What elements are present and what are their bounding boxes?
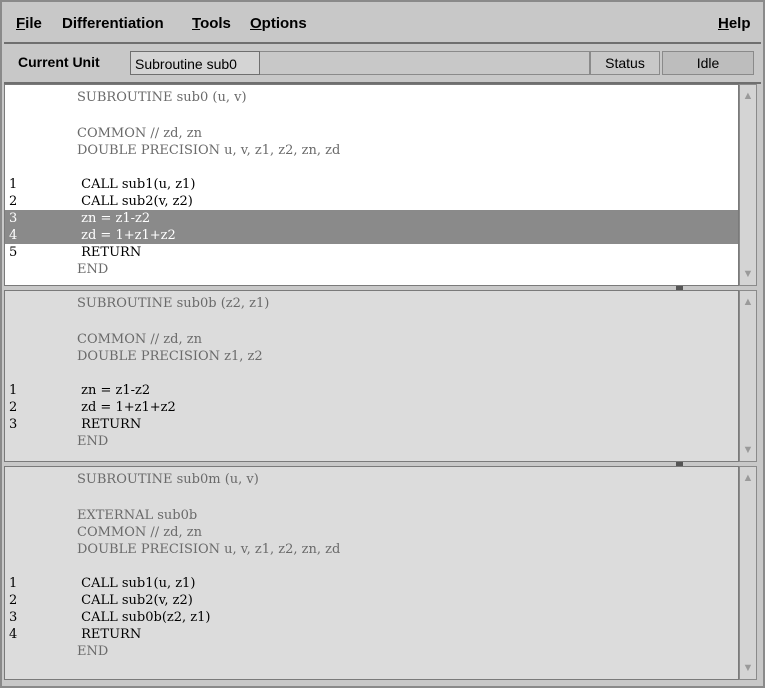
code-text: zd = 1+z1+z2	[77, 228, 176, 243]
code-text: CALL sub1(u, z1)	[77, 177, 196, 192]
code-line[interactable]: EXTERNAL sub0b	[5, 507, 738, 524]
scroll-up-arrow-icon[interactable]: ▲	[742, 469, 754, 487]
line-number: 2	[9, 194, 18, 209]
code-line[interactable]: END	[5, 433, 738, 450]
code-text: DOUBLE PRECISION z1, z2	[77, 349, 263, 364]
code-line[interactable]: 3 RETURN	[5, 416, 738, 433]
menu-options[interactable]: Options	[250, 15, 307, 32]
code-line[interactable]	[5, 159, 738, 176]
code-text: END	[77, 434, 109, 449]
code-line[interactable]: DOUBLE PRECISION u, v, z1, z2, zn, zd	[5, 541, 738, 558]
code-text: SUBROUTINE sub0b (z2, z1)	[77, 296, 270, 311]
code-line[interactable]: 3 CALL sub0b(z2, z1)	[5, 609, 738, 626]
code-text: zn = z1-z2	[77, 383, 151, 398]
scroll-down-arrow-icon[interactable]: ▼	[742, 659, 754, 677]
code-line[interactable]: DOUBLE PRECISION z1, z2	[5, 348, 738, 365]
code-line[interactable]: 1 CALL sub1(u, z1)	[5, 575, 738, 592]
line-number: 2	[9, 400, 18, 415]
code-line[interactable]: 1 zn = z1-z2	[5, 382, 738, 399]
menu-differentiation[interactable]: Differentiation	[62, 15, 164, 32]
code-line[interactable]: 5 RETURN	[5, 244, 738, 261]
code-pane-sub0b[interactable]: SUBROUTINE sub0b (z2, z1) COMMON // zd, z…	[4, 290, 739, 462]
scroll-up-arrow-icon[interactable]: ▲	[742, 293, 754, 311]
line-number: 1	[9, 383, 18, 398]
code-text: COMMON // zd, zn	[77, 126, 202, 141]
code-text: COMMON // zd, zn	[77, 332, 202, 347]
code-line[interactable]	[5, 108, 738, 125]
line-number: 1	[9, 177, 18, 192]
code-line[interactable]: DOUBLE PRECISION u, v, z1, z2, zn, zd	[5, 142, 738, 159]
scroll-up-arrow-icon[interactable]: ▲	[742, 87, 754, 105]
line-number: 3	[9, 211, 18, 226]
line-number: 4	[9, 627, 18, 642]
code-line[interactable]: 2 zd = 1+z1+z2	[5, 399, 738, 416]
scroll-down-arrow-icon[interactable]: ▼	[742, 441, 754, 459]
code-text: SUBROUTINE sub0 (u, v)	[77, 90, 247, 105]
line-number: 4	[9, 228, 18, 243]
code-text: zn = z1-z2	[77, 211, 151, 226]
code-text: CALL sub0b(z2, z1)	[77, 610, 211, 625]
code-line[interactable]: COMMON // zd, zn	[5, 331, 738, 348]
code-line[interactable]	[5, 558, 738, 575]
code-line[interactable]: 4 zd = 1+z1+z2	[5, 227, 738, 244]
code-line[interactable]: 2 CALL sub2(v, z2)	[5, 193, 738, 210]
code-text: RETURN	[77, 417, 142, 432]
line-number: 2	[9, 593, 18, 608]
scrollbar-pane-sub0m[interactable]: ▲ ▼	[739, 466, 757, 680]
code-text: END	[77, 262, 109, 277]
code-line[interactable]: END	[5, 643, 738, 660]
code-line[interactable]: COMMON // zd, zn	[5, 524, 738, 541]
scroll-down-arrow-icon[interactable]: ▼	[742, 265, 754, 283]
code-line[interactable]: END	[5, 261, 738, 278]
unit-bar-spacer	[260, 51, 590, 75]
line-number: 1	[9, 576, 18, 591]
code-text: CALL sub2(v, z2)	[77, 194, 193, 209]
code-line[interactable]: COMMON // zd, zn	[5, 125, 738, 142]
scrollbar-pane-sub0b[interactable]: ▲ ▼	[739, 290, 757, 462]
code-text: SUBROUTINE sub0m (u, v)	[77, 472, 259, 487]
code-text: EXTERNAL sub0b	[77, 508, 198, 523]
code-text: DOUBLE PRECISION u, v, z1, z2, zn, zd	[77, 143, 341, 158]
code-text: DOUBLE PRECISION u, v, z1, z2, zn, zd	[77, 542, 341, 557]
line-number: 3	[9, 610, 18, 625]
menu-file[interactable]: File	[16, 15, 42, 32]
code-text: COMMON // zd, zn	[77, 525, 202, 540]
line-number: 5	[9, 245, 18, 260]
code-line[interactable]: SUBROUTINE sub0 (u, v)	[5, 89, 738, 106]
current-unit-field[interactable]: Subroutine sub0	[130, 51, 260, 75]
current-unit-label: Current Unit	[18, 54, 100, 70]
line-number: 3	[9, 417, 18, 432]
code-line[interactable]: SUBROUTINE sub0b (z2, z1)	[5, 295, 738, 312]
status-label: Status	[590, 51, 660, 75]
code-text: zd = 1+z1+z2	[77, 400, 176, 415]
code-line[interactable]	[5, 490, 738, 507]
code-line[interactable]: 1 CALL sub1(u, z1)	[5, 176, 738, 193]
code-line[interactable]: 4 RETURN	[5, 626, 738, 643]
menu-bar: File Differentiation Tools Options Help	[4, 4, 761, 44]
code-line[interactable]	[5, 365, 738, 382]
menu-help[interactable]: Help	[718, 15, 751, 32]
code-line[interactable]: 3 zn = z1-z2	[5, 210, 738, 227]
code-text: CALL sub1(u, z1)	[77, 576, 196, 591]
code-line[interactable]: SUBROUTINE sub0m (u, v)	[5, 471, 738, 488]
unit-bar: Current Unit Subroutine sub0 Status Idle	[4, 44, 761, 84]
code-line[interactable]	[5, 314, 738, 331]
code-text: CALL sub2(v, z2)	[77, 593, 193, 608]
code-line[interactable]: 2 CALL sub2(v, z2)	[5, 592, 738, 609]
scrollbar-pane-sub0[interactable]: ▲ ▼	[739, 84, 757, 286]
code-text: END	[77, 644, 109, 659]
status-value: Idle	[662, 51, 754, 75]
code-text: RETURN	[77, 627, 142, 642]
code-text: RETURN	[77, 245, 142, 260]
code-pane-sub0[interactable]: SUBROUTINE sub0 (u, v) COMMON // zd, zn DO…	[4, 84, 739, 286]
code-pane-sub0m[interactable]: SUBROUTINE sub0m (u, v) EXTERNAL sub0b COM…	[4, 466, 739, 680]
menu-tools[interactable]: Tools	[192, 15, 231, 32]
